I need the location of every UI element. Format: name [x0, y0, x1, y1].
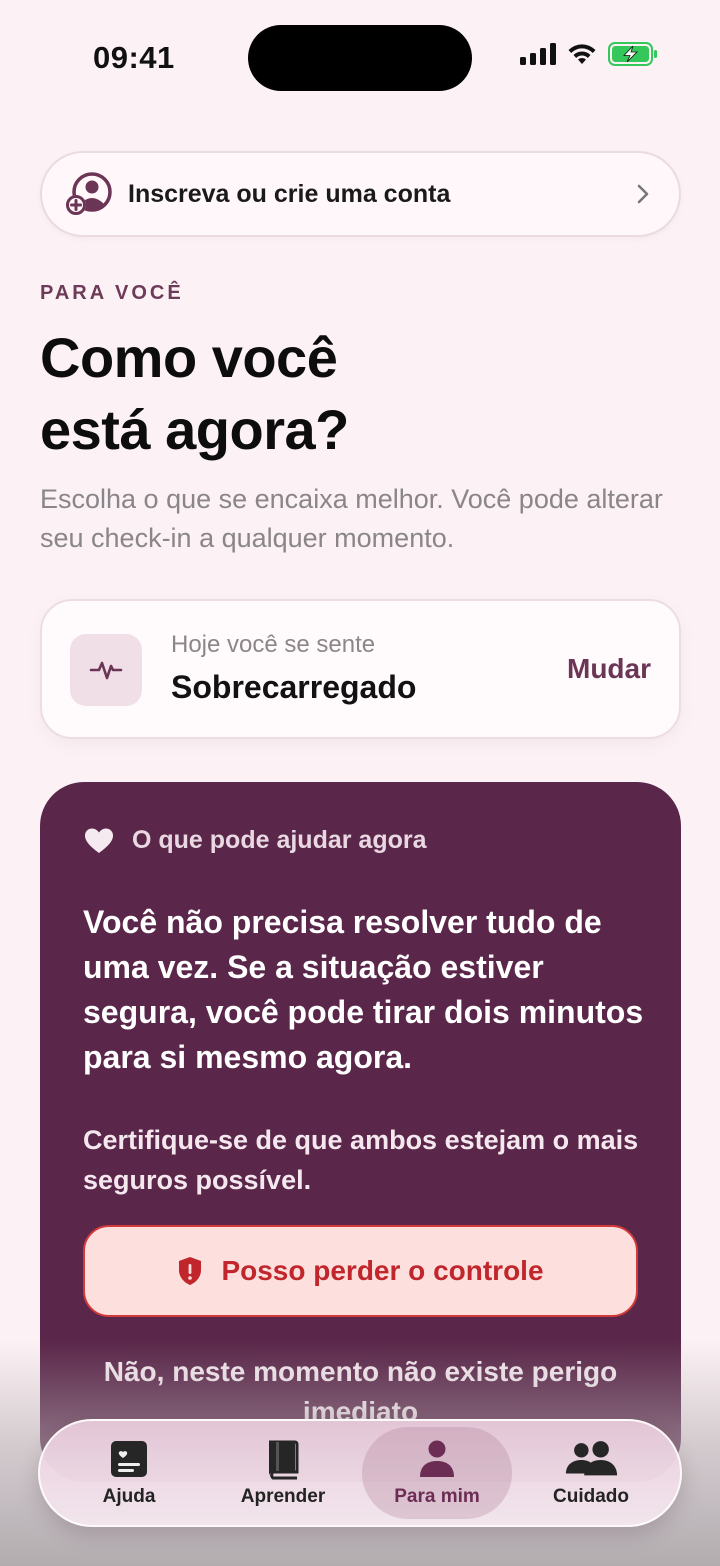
mood-checkin-card: Hoje você se sente Sobrecarregado Mudar [40, 599, 681, 739]
page-title-line-1: Como você [40, 326, 338, 389]
tab-ajuda[interactable]: Ajuda [54, 1427, 204, 1519]
signin-button[interactable]: Inscreva ou crie uma conta [40, 151, 681, 237]
status-icons [520, 42, 658, 66]
signin-label: Inscreva ou crie uma conta [128, 179, 451, 208]
help-secondary-text: Certifique-se de que ambos estejam o mai… [83, 1125, 639, 1195]
help-now-card: O que pode ajudar agora Você não precisa… [40, 782, 681, 1482]
book-icon [269, 1440, 299, 1480]
mood-icon-tile [70, 634, 142, 706]
tab-label-aprender: Aprender [240, 1486, 326, 1507]
heart-icon [85, 828, 113, 853]
help-main-text: Você não precisa resolver tudo de uma ve… [83, 904, 644, 1075]
may-lose-control-button[interactable]: Posso perder o controle [83, 1225, 638, 1317]
tab-cuidado[interactable]: Cuidado [516, 1427, 666, 1519]
cellular-signal-icon [520, 43, 556, 65]
change-mood-button[interactable]: Mudar [567, 653, 651, 685]
help-card-header: O que pode ajudar agora [84, 826, 427, 855]
tab-para-mim[interactable]: Para mim [362, 1427, 512, 1519]
status-time: 09:41 [93, 40, 175, 75]
tab-label-para-mim: Para mim [394, 1486, 480, 1507]
section-eyebrow: PARA VOCÊ [40, 282, 184, 304]
help-card-icon [111, 1441, 147, 1477]
status-bar: 09:41 [0, 0, 720, 116]
tab-label-ajuda: Ajuda [102, 1486, 156, 1507]
help-card-heading: O que pode ajudar agora [132, 826, 427, 854]
screen: 09:41 Inscreva ou crie uma conta PARA VO… [0, 0, 720, 1566]
shield-alert-icon [179, 1257, 202, 1285]
mood-caption: Hoje você se sente [171, 631, 376, 658]
page-title: Como você está agora? [40, 322, 600, 466]
tab-bar: Ajuda Aprender Para mim Cuidado [38, 1419, 682, 1527]
mood-value: Sobrecarregado [171, 669, 417, 705]
person-icon [420, 1440, 454, 1477]
page-title-line-2: está agora? [40, 398, 349, 461]
dynamic-island [248, 25, 472, 91]
wifi-icon [568, 44, 596, 64]
people-icon [565, 1441, 618, 1476]
battery-charging-icon [608, 42, 657, 66]
page-subtitle: Escolha o que se encaixa melhor. Você po… [40, 484, 663, 553]
chevron-right-icon [637, 184, 649, 204]
add-account-icon [66, 172, 112, 215]
may-lose-control-label: Posso perder o controle [221, 1255, 544, 1286]
tab-label-cuidado: Cuidado [553, 1486, 629, 1507]
tab-aprender[interactable]: Aprender [208, 1427, 358, 1519]
pulse-icon [89, 661, 123, 680]
